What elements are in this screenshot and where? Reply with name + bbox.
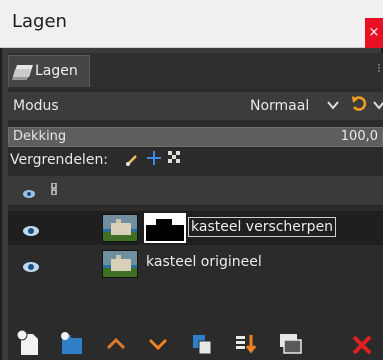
- reset-mode-icon[interactable]: [351, 95, 367, 117]
- layer-thumbnail: [102, 250, 138, 278]
- opacity-value: 100,0: [340, 129, 378, 144]
- eye-icon[interactable]: [22, 222, 40, 241]
- window-titlebar: Lagen ×: [0, 0, 383, 48]
- mode-label: Modus: [13, 98, 59, 114]
- raise-layer-icon[interactable]: [102, 328, 130, 358]
- add-mask-icon[interactable]: [276, 328, 304, 358]
- lock-row: Vergrendelen:: [8, 150, 383, 174]
- chevron-down-icon[interactable]: [372, 97, 383, 116]
- layer-row[interactable]: kasteel verscherpen: [8, 211, 383, 245]
- lock-alpha-icon[interactable]: [168, 151, 182, 169]
- eye-icon: [22, 184, 36, 203]
- tab-layers[interactable]: Lagen: [8, 55, 90, 87]
- new-layer-icon[interactable]: [14, 328, 42, 358]
- layer-row[interactable]: kasteel origineel: [8, 247, 383, 281]
- layer-name[interactable]: kasteel verscherpen: [188, 217, 337, 237]
- dock-tabbar: Lagen ⁝: [8, 53, 383, 87]
- merge-down-icon[interactable]: [232, 328, 260, 358]
- mode-select[interactable]: Normaal: [250, 98, 309, 114]
- chain-icon: [50, 182, 58, 198]
- lock-pixels-icon[interactable]: [125, 153, 139, 171]
- delete-layer-icon[interactable]: [348, 328, 376, 358]
- layer-thumbnail: [102, 214, 138, 242]
- layer-name[interactable]: kasteel origineel: [146, 254, 262, 270]
- layers-icon: [12, 63, 34, 85]
- opacity-slider[interactable]: Dekking 100,0: [8, 127, 383, 147]
- new-layer-group-icon[interactable]: [58, 328, 86, 358]
- layer-list-header: [8, 176, 383, 206]
- mode-row: Modus Normaal: [8, 92, 383, 120]
- layers-footer: [8, 326, 383, 360]
- close-button[interactable]: ×: [365, 18, 383, 48]
- duplicate-layer-icon[interactable]: [188, 328, 216, 358]
- opacity-label: Dekking: [13, 129, 67, 144]
- window-title: Lagen: [12, 11, 67, 32]
- layer-mask-thumbnail[interactable]: [144, 213, 186, 243]
- eye-icon[interactable]: [22, 258, 40, 277]
- lock-label: Vergrendelen:: [10, 152, 109, 168]
- chevron-down-icon[interactable]: [326, 97, 340, 116]
- tab-label: Lagen: [35, 63, 78, 79]
- tab-menu-icon[interactable]: ⁝: [377, 61, 381, 75]
- lock-position-icon[interactable]: [146, 150, 162, 171]
- lower-layer-icon[interactable]: [144, 328, 172, 358]
